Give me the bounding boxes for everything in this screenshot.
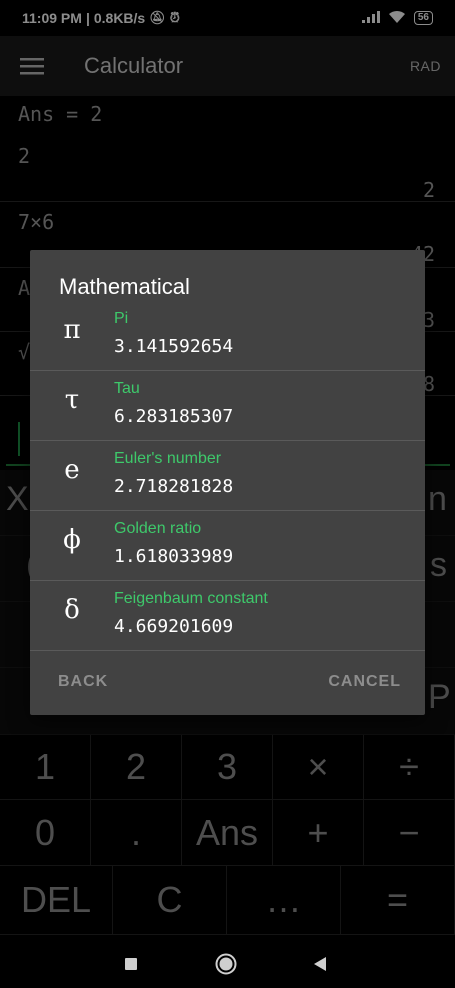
constant-value: 6.283185307 bbox=[114, 406, 234, 427]
delta-symbol-icon: δ bbox=[64, 595, 80, 625]
constant-item-euler[interactable]: e Euler's number 2.718281828 bbox=[30, 441, 425, 511]
tau-symbol-icon: τ bbox=[64, 385, 80, 415]
constant-item-pi[interactable]: π Pi 3.141592654 bbox=[30, 301, 425, 371]
constant-value: 3.141592654 bbox=[114, 336, 234, 357]
constant-value: 1.618033989 bbox=[114, 546, 234, 567]
constant-name: Euler's number bbox=[114, 450, 222, 467]
constant-name: Pi bbox=[114, 310, 129, 327]
recents-icon[interactable] bbox=[119, 952, 143, 976]
pi-symbol-icon: π bbox=[63, 315, 81, 345]
dialog-actions: BACK CANCEL bbox=[30, 650, 425, 715]
constant-item-tau[interactable]: τ Tau 6.283185307 bbox=[30, 371, 425, 441]
constant-item-golden-ratio[interactable]: ϕ Golden ratio 1.618033989 bbox=[30, 511, 425, 581]
cancel-button[interactable]: CANCEL bbox=[328, 673, 401, 691]
constant-name: Golden ratio bbox=[114, 520, 202, 537]
constant-value: 2.718281828 bbox=[114, 476, 234, 497]
constants-dialog: Mathematical π Pi 3.141592654 τ Tau 6.28… bbox=[30, 250, 425, 715]
constant-name: Tau bbox=[114, 380, 140, 397]
constant-value: 4.669201609 bbox=[114, 616, 234, 637]
home-icon[interactable] bbox=[214, 952, 238, 976]
system-nav-bar bbox=[0, 940, 455, 988]
constant-item-feigenbaum[interactable]: δ Feigenbaum constant 4.669201609 bbox=[30, 581, 425, 651]
dialog-title: Mathematical bbox=[59, 274, 190, 299]
back-button[interactable]: BACK bbox=[58, 673, 108, 691]
phi-symbol-icon: ϕ bbox=[63, 525, 81, 555]
constant-name: Feigenbaum constant bbox=[114, 590, 268, 607]
back-nav-icon[interactable] bbox=[308, 952, 332, 976]
e-symbol-icon: e bbox=[64, 455, 80, 485]
